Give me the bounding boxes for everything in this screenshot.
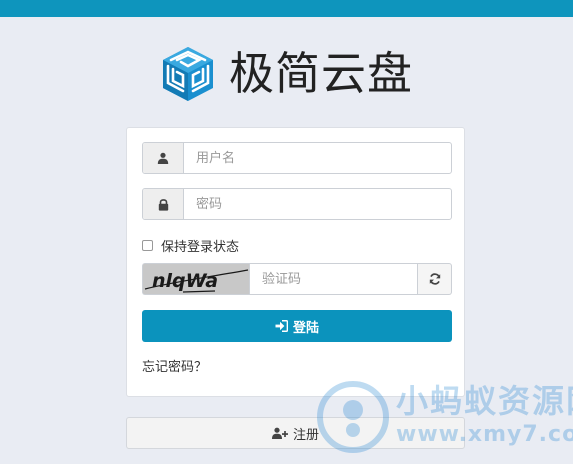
top-bar bbox=[0, 0, 573, 17]
remember-me[interactable]: 保持登录状态 bbox=[142, 236, 239, 255]
brand-name: 极简云盘 bbox=[229, 47, 414, 100]
captcha-image[interactable]: nlqWa bbox=[142, 263, 249, 295]
login-button[interactable]: 登陆 bbox=[142, 310, 452, 342]
password-group bbox=[142, 188, 452, 220]
sign-in-icon bbox=[275, 320, 288, 332]
captcha-row: nlqWa bbox=[142, 263, 452, 295]
login-button-label: 登陆 bbox=[292, 320, 319, 336]
cube-maze-logo-icon bbox=[163, 47, 213, 101]
login-card: 保持登录状态 nlqWa 登陆 忘记密码？ bbox=[126, 127, 465, 397]
register-button-label: 注册 bbox=[292, 427, 319, 443]
remember-label: 保持登录状态 bbox=[161, 240, 240, 255]
forgot-password-link[interactable]: 忘记密码？ bbox=[142, 356, 207, 375]
captcha-refresh-button[interactable] bbox=[418, 263, 452, 295]
remember-checkbox[interactable] bbox=[142, 240, 153, 251]
refresh-icon bbox=[429, 273, 440, 285]
username-group bbox=[142, 142, 452, 174]
user-icon bbox=[143, 143, 184, 173]
username-input[interactable] bbox=[184, 143, 451, 173]
captcha-input[interactable] bbox=[249, 263, 418, 295]
lock-icon bbox=[143, 189, 184, 219]
password-input[interactable] bbox=[184, 189, 451, 219]
register-button[interactable]: 注册 bbox=[126, 417, 465, 449]
brand-header: 极简云盘 bbox=[159, 43, 413, 105]
user-plus-icon bbox=[271, 427, 288, 439]
